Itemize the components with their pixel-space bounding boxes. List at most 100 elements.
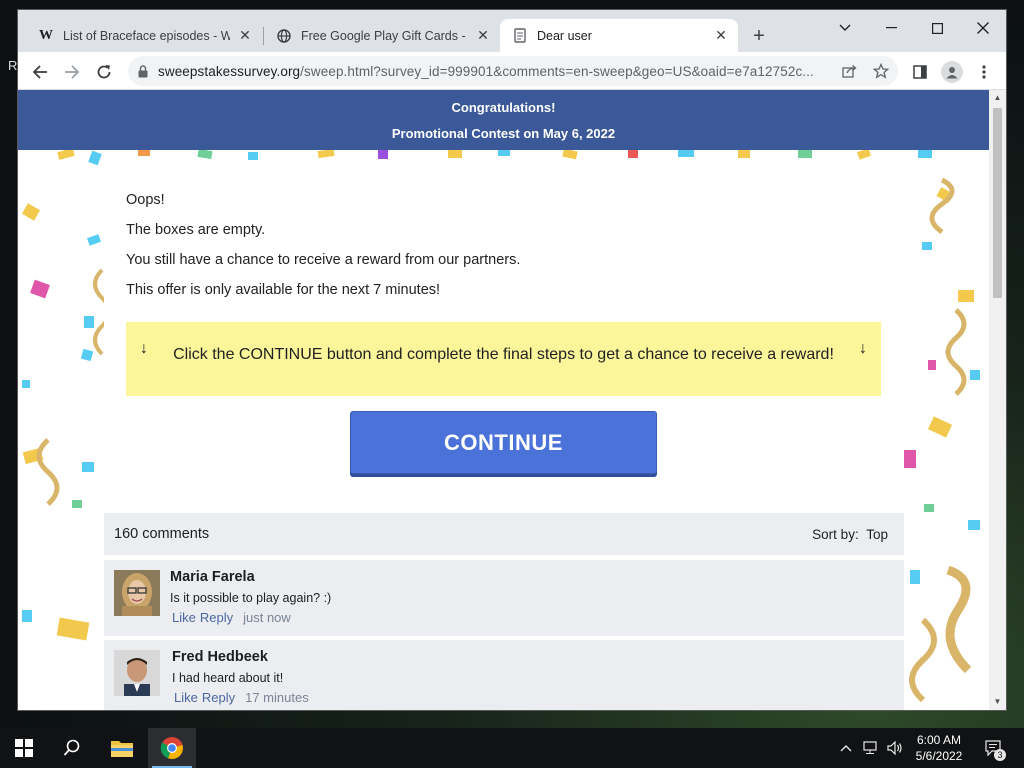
- comment-actions: Like Reply just now: [172, 610, 295, 625]
- comment-text: Is it possible to play again? :): [170, 591, 332, 605]
- minimize-button[interactable]: [868, 14, 914, 42]
- banner-subtitle: Promotional Contest on May 6, 2022: [18, 126, 989, 141]
- continue-button[interactable]: CONTINUE: [350, 411, 657, 474]
- url-host: sweepstakessurvey.org: [158, 63, 301, 79]
- arrow-right-icon: [65, 65, 80, 79]
- sort-control[interactable]: Sort by: Top: [812, 527, 888, 542]
- comment-time: 17 minutes: [245, 690, 309, 705]
- like-link[interactable]: Like: [172, 610, 196, 625]
- offer-timer-text: This offer is only available for the nex…: [126, 282, 441, 298]
- windows-logo-icon: [15, 739, 33, 757]
- new-tab-button[interactable]: +: [748, 25, 770, 47]
- scroll-thumb[interactable]: [993, 108, 1002, 298]
- page-scrollbar[interactable]: ▲ ▼: [989, 90, 1006, 710]
- menu-button[interactable]: [970, 58, 998, 86]
- notifications-button[interactable]: 3: [980, 728, 1008, 768]
- avatar: [114, 570, 160, 616]
- arrow-left-icon: [32, 65, 47, 79]
- comments-section: 160 comments Sort by: Top Maria Farela I…: [104, 513, 904, 710]
- url-text[interactable]: sweepstakessurvey.org/sweep.html?survey_…: [158, 64, 836, 79]
- sort-label: Sort by:: [812, 527, 859, 542]
- close-icon[interactable]: ✕: [474, 27, 492, 45]
- banner-subtitle-prefix: Promotional Contest on: [391, 126, 543, 141]
- address-bar[interactable]: sweepstakessurvey.org/sweep.html?survey_…: [128, 56, 898, 86]
- notification-count: 3: [994, 749, 1006, 761]
- reward-chance-text: You still have a chance to receive a rew…: [126, 252, 521, 268]
- folder-icon: [111, 741, 133, 757]
- commenter-name[interactable]: Maria Farela: [170, 569, 255, 585]
- close-icon[interactable]: ✕: [236, 27, 254, 45]
- maximize-icon: [931, 22, 943, 34]
- banner-date: May 6, 2022: [542, 126, 616, 141]
- scroll-up-icon[interactable]: ▲: [993, 93, 1002, 102]
- tab-search-button[interactable]: [822, 14, 868, 42]
- start-button[interactable]: [0, 728, 48, 768]
- browser-window: W List of Braceface episodes - Wiki ✕ Fr…: [18, 10, 1006, 710]
- reply-link[interactable]: Reply: [202, 690, 235, 705]
- url-path: /sweep.html?survey_id=999901&comments=en…: [300, 63, 814, 79]
- globe-icon: [276, 28, 292, 44]
- desktop-edge-text: R: [8, 58, 18, 73]
- chevron-up-icon[interactable]: [836, 728, 856, 768]
- close-icon[interactable]: ✕: [712, 27, 730, 45]
- empty-boxes-text: The boxes are empty.: [126, 222, 266, 238]
- back-button[interactable]: [26, 58, 54, 86]
- scroll-down-icon[interactable]: ▼: [993, 697, 1002, 706]
- taskbar: 6:00 AM 5/6/2022 3: [0, 728, 1024, 768]
- window-close-button[interactable]: [960, 14, 1006, 42]
- search-icon: [63, 739, 80, 756]
- comment-item: Maria Farela Is it possible to play agai…: [104, 560, 904, 636]
- comments-header: 160 comments Sort by: Top: [104, 513, 904, 555]
- lock-icon[interactable]: [138, 64, 148, 78]
- oops-text: Oops!: [126, 192, 165, 208]
- close-icon: [977, 22, 989, 34]
- kebab-menu-icon: [982, 65, 986, 79]
- commenter-name[interactable]: Fred Hedbeek: [172, 649, 268, 665]
- bookmark-star-icon[interactable]: [868, 58, 894, 84]
- tab-title: Free Google Play Gift Cards - Gif: [301, 28, 468, 43]
- comment-actions: Like Reply 17 minutes: [174, 690, 313, 705]
- tab-title: Dear user: [537, 28, 592, 43]
- comment-time: just now: [243, 610, 291, 625]
- promo-banner: Congratulations! Promotional Contest on …: [18, 90, 989, 150]
- file-explorer-button[interactable]: [98, 728, 146, 768]
- clock-date: 5/6/2022: [915, 749, 963, 763]
- tab-google-play[interactable]: Free Google Play Gift Cards - Gif ✕: [264, 19, 500, 52]
- comment-item: Fred Hedbeek I had heard about it! Like R…: [104, 640, 904, 710]
- instruction-text: Click the CONTINUE button and complete t…: [173, 346, 834, 363]
- clock-time: 6:00 AM: [916, 733, 962, 747]
- chevron-down-icon: [839, 24, 851, 31]
- profile-button[interactable]: [938, 58, 966, 86]
- arrow-down-icon: ↓: [859, 340, 867, 357]
- avatar: [114, 650, 160, 696]
- avatar-icon: [941, 61, 963, 83]
- like-link[interactable]: Like: [174, 690, 198, 705]
- browser-toolbar: sweepstakessurvey.org/sweep.html?survey_…: [18, 52, 1006, 90]
- search-button[interactable]: [48, 728, 96, 768]
- side-panel-button[interactable]: [906, 58, 934, 86]
- arrow-down-icon: ↓: [140, 340, 148, 357]
- maximize-button[interactable]: [914, 14, 960, 42]
- document-icon: [512, 28, 528, 44]
- tab-title: List of Braceface episodes - Wiki: [63, 28, 230, 43]
- comment-count: 160 comments: [114, 526, 210, 542]
- sort-value: Top: [866, 527, 888, 542]
- reload-button[interactable]: [90, 58, 118, 86]
- share-icon[interactable]: [836, 58, 862, 84]
- reload-icon: [97, 65, 111, 79]
- side-panel-icon: [913, 65, 927, 79]
- network-icon[interactable]: [860, 728, 882, 768]
- forward-button[interactable]: [58, 58, 86, 86]
- offer-card: Oops! The boxes are empty. You still hav…: [104, 160, 904, 505]
- tab-braceface[interactable]: W List of Braceface episodes - Wiki ✕: [26, 19, 262, 52]
- instruction-notice: ↓ Click the CONTINUE button and complete…: [126, 322, 881, 396]
- reply-link[interactable]: Reply: [200, 610, 233, 625]
- page-viewport: Congratulations! Promotional Contest on …: [18, 90, 989, 710]
- chrome-icon: [160, 737, 183, 760]
- chrome-taskbar-button[interactable]: [148, 728, 196, 768]
- system-clock[interactable]: 6:00 AM 5/6/2022: [904, 732, 974, 764]
- tab-dear-user[interactable]: Dear user ✕: [500, 19, 738, 52]
- wikipedia-icon: W: [39, 27, 53, 43]
- volume-icon[interactable]: [884, 728, 906, 768]
- comment-text: I had heard about it!: [172, 671, 284, 685]
